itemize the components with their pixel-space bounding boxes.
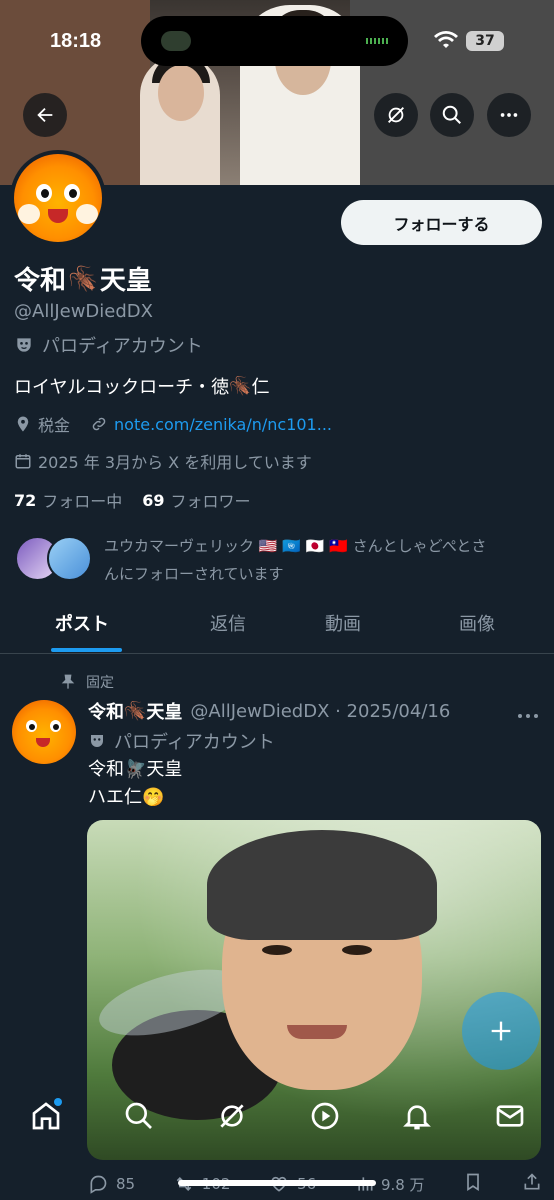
followed-by-part-2: さんとしゃどぺとさ xyxy=(352,537,487,555)
flag-tw: 🇹🇼 xyxy=(329,537,348,555)
tab-posts[interactable]: ポスト xyxy=(55,610,109,636)
reply-icon xyxy=(90,1175,107,1194)
followers-count[interactable]: 69 xyxy=(142,491,164,510)
pinned-label: 固定 xyxy=(60,672,114,692)
tweet-avatar[interactable] xyxy=(12,700,76,764)
search-button[interactable] xyxy=(430,93,474,137)
nav-notifications[interactable] xyxy=(401,1100,433,1136)
link-icon xyxy=(92,417,106,431)
parody-label-text: パロディアカウント xyxy=(42,336,203,357)
follow-stats: 72 フォロー中 69 フォロワー xyxy=(14,488,251,512)
mask-icon xyxy=(91,735,103,747)
bell-icon xyxy=(403,1105,431,1130)
follow-button[interactable]: フォローする xyxy=(341,200,542,245)
tweet-header: 令和 🪳 天皇 @AllJewDiedDX · 2025/04/16 xyxy=(88,698,450,724)
search-icon xyxy=(125,1102,152,1129)
tab-indicator xyxy=(51,648,122,652)
bookmark-icon xyxy=(467,1173,480,1192)
profile-meta: 税金 note.com/zenika/n/nc101... xyxy=(14,412,332,436)
nav-search[interactable] xyxy=(123,1100,155,1136)
joined-text: 2025 年 3月から X を利用しています xyxy=(38,453,312,472)
status-time: 18:18 xyxy=(50,30,102,52)
nav-grok[interactable] xyxy=(216,1100,248,1136)
tweet-handle-date: @AllJewDiedDX · 2025/04/16 xyxy=(190,700,451,722)
location-icon xyxy=(17,416,29,432)
more-icon xyxy=(500,113,518,117)
battery-icon: 37 xyxy=(466,31,504,51)
giggle-emoji: 🤭 xyxy=(142,787,165,808)
nav-home[interactable] xyxy=(30,1098,62,1136)
website-link[interactable]: note.com/zenika/n/nc101... xyxy=(114,415,332,434)
flag-us: 🇺🇸 xyxy=(258,537,278,555)
more-button[interactable] xyxy=(487,93,531,137)
mask-icon xyxy=(17,338,31,352)
notification-dot xyxy=(54,1098,62,1106)
tweet-author-emoji: 🪳 xyxy=(124,700,147,722)
display-name-part-1: 令和 xyxy=(14,266,67,296)
back-button[interactable] xyxy=(23,93,67,137)
calendar-icon xyxy=(15,454,31,469)
tweet-parody-label: パロディアカウント xyxy=(88,728,275,754)
more-icon xyxy=(518,714,538,718)
parody-label: パロディアカウント xyxy=(14,332,203,358)
tweet-text-1a: 令和 xyxy=(88,759,124,780)
grok-icon xyxy=(388,107,404,123)
followed-by-part-1: ユウカマーヴェリック xyxy=(104,537,255,555)
tweet-author-1[interactable]: 令和 xyxy=(88,698,124,724)
play-circle-icon xyxy=(311,1102,339,1130)
tab-videos[interactable]: 動画 xyxy=(325,610,361,636)
reply-count: 85 xyxy=(116,1175,136,1193)
display-name: 令和 🪳 天皇 xyxy=(14,260,152,297)
bio-part-2: 仁 xyxy=(251,377,270,398)
pinned-text: 固定 xyxy=(86,675,114,691)
fly-emoji: 🪰 xyxy=(124,759,147,780)
share-icon xyxy=(524,1173,540,1190)
followed-by-text[interactable]: ユウカマーヴェリック 🇺🇸 🇺🇳 🇯🇵 🇹🇼 さんとしゃどぺとさ んにフォローさ… xyxy=(104,532,544,588)
joined-date: 2025 年 3月から X を利用しています xyxy=(14,449,312,473)
bio-emoji: 🪳 xyxy=(229,375,252,397)
follower-avatar-2[interactable] xyxy=(47,536,92,581)
pin-icon xyxy=(61,674,75,689)
flag-jp: 🇯🇵 xyxy=(305,537,325,555)
handle: @AllJewDiedDX xyxy=(14,301,153,322)
bottom-navigation xyxy=(0,1085,554,1150)
tweet-parody-text: パロディアカウント xyxy=(114,732,275,753)
tweet-more-button[interactable] xyxy=(516,706,540,725)
compose-button[interactable] xyxy=(462,992,540,1070)
plus-icon xyxy=(491,1021,511,1041)
bookmark-button[interactable] xyxy=(463,1172,483,1196)
following-label[interactable]: フォロー中 xyxy=(42,488,122,512)
search-icon xyxy=(442,105,461,124)
profile-tabs: ポスト 返信 動画 画像 xyxy=(0,598,554,654)
arrow-left-icon xyxy=(37,107,53,123)
mail-icon xyxy=(496,1105,524,1127)
tweet-text-1b: 天皇 xyxy=(146,759,183,780)
avatar[interactable] xyxy=(10,150,106,246)
tweet-author-2[interactable]: 天皇 xyxy=(146,698,182,724)
nav-messages[interactable] xyxy=(494,1100,526,1136)
view-count: 9.8 万 xyxy=(380,1175,425,1194)
followed-by-part-3: んにフォローされています xyxy=(104,565,284,583)
home-indicator[interactable] xyxy=(178,1180,376,1186)
grok-button[interactable] xyxy=(374,93,418,137)
share-button[interactable] xyxy=(522,1172,542,1196)
reply-button[interactable]: 85 xyxy=(88,1174,135,1194)
cockroach-emoji: 🪳 xyxy=(68,264,98,293)
battery-level: 37 xyxy=(475,33,495,49)
dynamic-island xyxy=(141,16,408,66)
tab-replies[interactable]: 返信 xyxy=(210,610,246,636)
grok-icon xyxy=(220,1104,244,1128)
tweet-text-2: ハエ仁 xyxy=(88,787,142,808)
wifi-icon xyxy=(434,30,458,54)
nav-spaces[interactable] xyxy=(309,1100,341,1136)
flag-un: 🇺🇳 xyxy=(282,537,301,555)
bio: ロイヤルコックローチ・徳 🪳 仁 xyxy=(14,373,270,399)
tab-images[interactable]: 画像 xyxy=(459,610,495,636)
display-name-part-2: 天皇 xyxy=(99,266,152,296)
location: 税金 xyxy=(38,416,71,435)
tweet-text: 令和🪰天皇 ハエ仁🤭 xyxy=(88,756,182,812)
bio-part-1: ロイヤルコックローチ・徳 xyxy=(14,377,230,398)
following-count[interactable]: 72 xyxy=(14,491,36,510)
followers-label[interactable]: フォロワー xyxy=(171,488,251,512)
